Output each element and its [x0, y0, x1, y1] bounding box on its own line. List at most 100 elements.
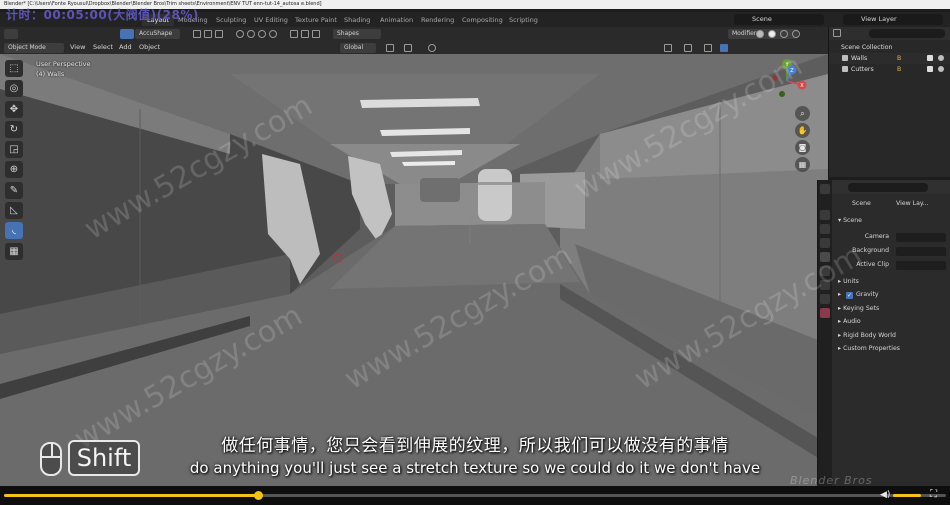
tab-shading[interactable]: Shading	[339, 14, 375, 26]
pivot-icon[interactable]	[386, 43, 394, 52]
scale-tool-icon[interactable]: ◲	[5, 141, 23, 158]
slice-mode-icon[interactable]	[204, 30, 212, 38]
tab-animation[interactable]: Animation	[375, 14, 418, 26]
mirror-icon[interactable]	[312, 30, 320, 38]
custom-properties-label: Custom Properties	[843, 345, 901, 352]
pan-hand-icon[interactable]: ✋	[795, 123, 810, 138]
3d-viewport[interactable]: User Perspective (4) Walls	[0, 54, 828, 486]
ngon-shape-icon[interactable]	[247, 30, 255, 38]
outliner-search-input[interactable]	[869, 29, 945, 38]
menu-add[interactable]: Add	[119, 41, 132, 54]
outliner-item-walls[interactable]: Walls B	[829, 53, 950, 64]
tab-sculpting[interactable]: Sculpting	[211, 14, 251, 26]
rotate-tool-icon[interactable]: ↻	[5, 121, 23, 138]
solid-shading-icon[interactable]	[768, 30, 776, 38]
units-panel[interactable]: ▸ Units	[832, 276, 950, 288]
viewport-visibility-icon[interactable]	[664, 43, 672, 52]
modifier-tab-icon[interactable]	[820, 294, 830, 304]
checkbox-icon[interactable]	[927, 66, 933, 72]
checkbox-icon[interactable]	[927, 55, 933, 61]
view-layer-tab-icon[interactable]	[820, 238, 830, 248]
gravity-panel[interactable]: ▸ ✓ Gravity	[832, 289, 950, 301]
cursor-tool-icon[interactable]: ◎	[5, 80, 23, 97]
gravity-checkbox[interactable]: ✓	[846, 291, 853, 299]
scene-section-header[interactable]: ▾ Scene	[832, 215, 950, 227]
grid-icon[interactable]	[301, 30, 309, 38]
active-clip-field[interactable]	[896, 260, 946, 270]
wireframe-shading-icon[interactable]	[756, 30, 764, 38]
menu-object[interactable]: Object	[139, 41, 160, 54]
outliner-item-cutters[interactable]: Cutters B	[829, 64, 950, 75]
circle-shape-icon[interactable]	[236, 30, 244, 38]
transform-tool-icon[interactable]: ⊕	[5, 161, 23, 178]
scene-collection-row[interactable]: Scene Collection	[829, 42, 950, 53]
outliner-item-label: Walls	[851, 55, 868, 62]
material-shading-icon[interactable]	[780, 30, 788, 38]
gizmo-toggle-icon[interactable]	[684, 43, 692, 52]
keying-sets-panel[interactable]: ▸ Keying Sets	[832, 303, 950, 315]
tab-compositing[interactable]: Compositing	[457, 14, 508, 26]
measure-tool-icon[interactable]: ◺	[5, 202, 23, 219]
world-tab-icon[interactable]	[820, 266, 830, 276]
outliner-item-label: Cutters	[851, 66, 874, 73]
inset-mode-icon[interactable]	[215, 30, 223, 38]
snap-icon[interactable]	[290, 30, 298, 38]
eye-icon[interactable]	[938, 55, 944, 61]
audio-panel[interactable]: ▸ Audio	[832, 316, 950, 328]
xray-toggle-icon[interactable]	[720, 43, 728, 52]
seek-handle[interactable]	[254, 491, 264, 500]
boxcutter-tool-icon[interactable]: ◟	[5, 222, 23, 239]
tab-scripting[interactable]: Scripting	[504, 14, 543, 26]
outliner-header	[829, 27, 950, 40]
cut-mode-icon[interactable]	[193, 30, 201, 38]
eye-icon[interactable]	[938, 66, 944, 72]
svg-text:Z: Z	[790, 68, 794, 74]
ortho-toggle-icon[interactable]: ▦	[795, 157, 810, 172]
annotate-tool-icon[interactable]: ✎	[5, 182, 23, 199]
rigid-body-world-panel[interactable]: ▸ Rigid Body World	[832, 330, 950, 342]
move-tool-icon[interactable]: ✥	[5, 101, 23, 118]
tab-rendering[interactable]: Rendering	[416, 14, 459, 26]
background-field[interactable]	[896, 246, 946, 256]
custom-properties-panel[interactable]: ▸ Custom Properties	[832, 343, 950, 355]
scene-tab-icon[interactable]	[820, 252, 830, 262]
volume-slider[interactable]	[893, 494, 921, 497]
snapping-icon[interactable]	[404, 43, 412, 52]
object-tab-icon[interactable]	[820, 280, 830, 290]
camera-view-icon[interactable]: ◙	[795, 140, 810, 155]
volume-icon[interactable]: ◀)	[880, 490, 890, 500]
box-shape-icon[interactable]	[258, 30, 266, 38]
zoom-icon[interactable]: ⌕	[795, 106, 810, 121]
breadcrumb-scene: Scene	[852, 200, 871, 207]
mode-dropdown[interactable]: Object Mode	[4, 42, 64, 53]
custom-shape-icon[interactable]	[269, 30, 277, 38]
view-layer-selector[interactable]: View Layer	[843, 14, 943, 25]
navigation-gizmo[interactable]: Y Z X	[762, 56, 812, 106]
proportional-edit-icon[interactable]	[428, 43, 436, 52]
shapes-dropdown[interactable]: Shapes	[333, 29, 381, 39]
tab-uv-editing[interactable]: UV Editing	[249, 14, 293, 26]
tool-tab-icon[interactable]	[820, 184, 830, 194]
output-tab-icon[interactable]	[820, 224, 830, 234]
camera-field[interactable]	[896, 232, 946, 242]
tool-icon-button[interactable]	[4, 29, 18, 39]
menu-view[interactable]: View	[70, 41, 85, 54]
orientation-dropdown[interactable]: Global	[340, 42, 376, 53]
scene-selector[interactable]: Scene	[734, 14, 824, 25]
properties-search-input[interactable]	[848, 182, 928, 192]
fullscreen-icon[interactable]: ⛶	[930, 489, 937, 500]
seek-bar[interactable]	[4, 491, 946, 500]
overlay-toggle-icon[interactable]	[704, 43, 712, 52]
accushape-button[interactable]: AccuShape	[135, 29, 180, 39]
viewport-selection-label: (4) Walls	[36, 70, 65, 78]
viewport-header: Object Mode View Select Add Object Globa…	[0, 41, 828, 54]
render-tab-icon[interactable]	[820, 210, 830, 220]
material-tab-icon[interactable]	[820, 308, 830, 318]
select-tool-icon[interactable]: ⬚	[5, 60, 23, 77]
tab-texture-paint[interactable]: Texture Paint	[290, 14, 342, 26]
grid-tool-icon[interactable]: ▦	[5, 243, 23, 260]
rendered-shading-icon[interactable]	[792, 30, 800, 38]
menu-select[interactable]: Select	[93, 41, 113, 54]
accushape-toggle[interactable]	[120, 29, 134, 39]
outliner-display-icon[interactable]	[833, 29, 841, 37]
